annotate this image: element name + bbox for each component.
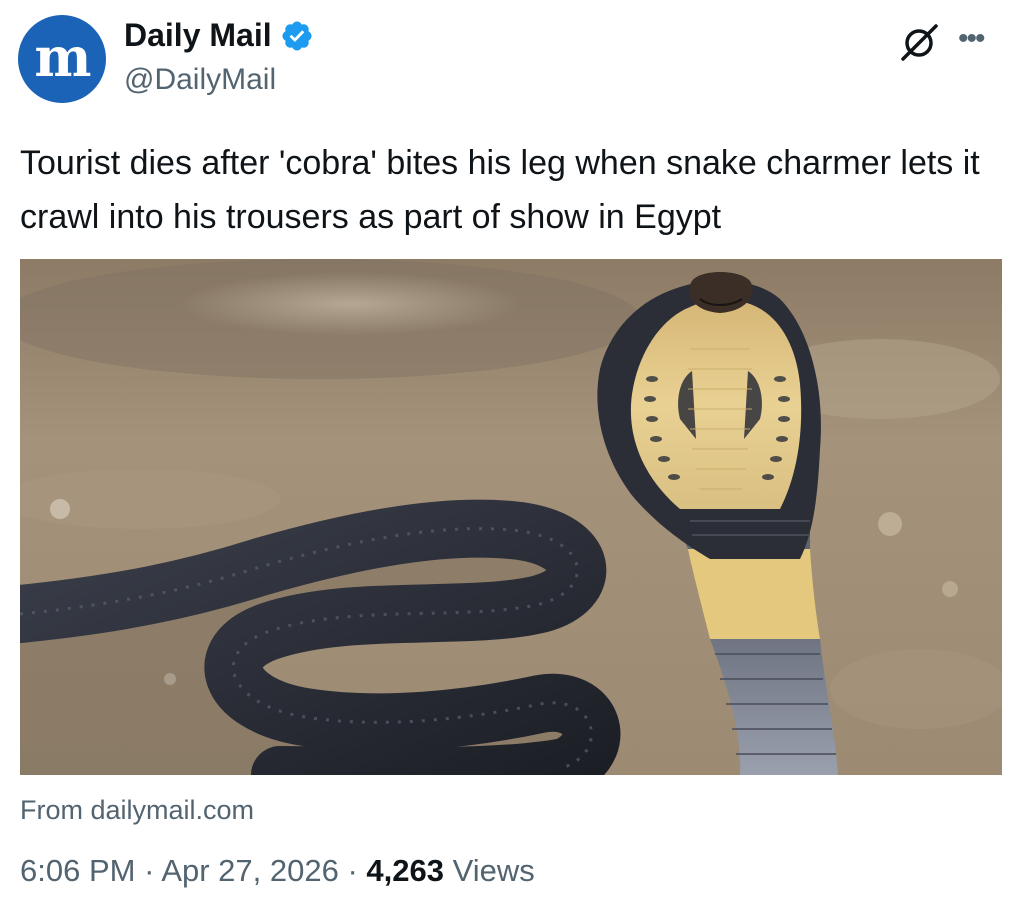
avatar-logo: m (34, 25, 91, 89)
tweet-meta: 6:06 PM · Apr 27, 2026 · 4,263 Views (20, 853, 535, 889)
tweet-date[interactable]: Apr 27, 2026 (161, 853, 339, 888)
meta-separator: · (144, 853, 155, 888)
link-source[interactable]: From dailymail.com (20, 795, 254, 826)
grok-icon[interactable] (897, 22, 941, 62)
meta-separator: · (347, 853, 358, 888)
views-label: Views (452, 853, 535, 888)
tweet-time[interactable]: 6:06 PM (20, 853, 135, 888)
tweet-text: Tourist dies after 'cobra' bites his leg… (20, 144, 980, 236)
views-count[interactable]: 4,263 (366, 853, 444, 888)
verified-badge-icon (282, 20, 312, 51)
more-options-icon[interactable]: ••• (958, 24, 985, 54)
avatar[interactable]: m (18, 15, 106, 103)
tweet-media-image[interactable] (20, 259, 1002, 775)
author-name-row: Daily Mail (124, 17, 314, 54)
handle[interactable]: @DailyMail (124, 63, 276, 97)
display-name[interactable]: Daily Mail (124, 17, 272, 54)
